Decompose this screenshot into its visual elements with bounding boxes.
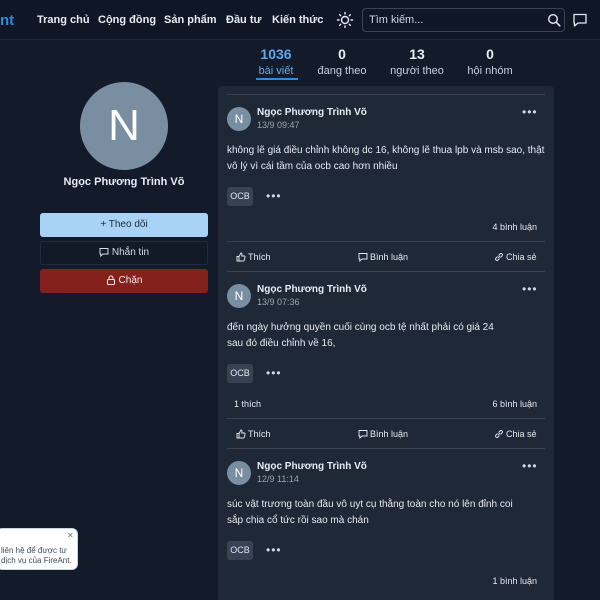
block-button[interactable]: Chặn xyxy=(40,269,208,293)
like-button[interactable]: Thích xyxy=(236,429,271,439)
nav-item-knowledge[interactable]: Kiến thức xyxy=(272,14,323,26)
close-icon[interactable]: ✕ xyxy=(67,531,74,540)
comment-count[interactable]: 6 bình luận xyxy=(492,399,537,409)
thumbs-up-icon xyxy=(236,252,246,262)
divider xyxy=(227,241,545,242)
post-time: 13/9 09:47 xyxy=(257,120,300,130)
stock-tag[interactable]: OCB xyxy=(227,364,253,383)
stat-following[interactable]: 0 đang theo xyxy=(302,46,382,77)
top-navbar: nt Trang chủ Cộng đồng Sản phẩm Đầu tư K… xyxy=(0,0,600,40)
divider xyxy=(227,94,545,95)
search-input[interactable]: Tìm kiếm... xyxy=(362,8,565,32)
stat-followers[interactable]: 13 người theo xyxy=(377,46,457,77)
follow-button-label: + Theo dõi xyxy=(100,219,148,230)
post-avatar[interactable]: N xyxy=(227,461,251,485)
stock-tag[interactable]: OCB xyxy=(227,187,253,206)
divider xyxy=(227,271,545,272)
profile-name: Ngọc Phương Trình Võ xyxy=(63,176,185,188)
tag-more-button[interactable]: ••• xyxy=(266,189,282,203)
nav-item-products[interactable]: Sản phẩm xyxy=(164,14,217,26)
link-icon xyxy=(495,430,503,438)
like-button[interactable]: Thích xyxy=(236,252,271,262)
divider xyxy=(227,448,545,449)
post-text-line: sau đó điều chỉnh về 16, xyxy=(227,338,336,349)
stat-following-label: đang theo xyxy=(317,65,367,77)
comment-button[interactable]: Bình luận xyxy=(358,429,409,440)
block-button-label: Chặn xyxy=(118,275,143,286)
chat-icon[interactable] xyxy=(572,12,588,28)
logo[interactable]: nt xyxy=(0,12,14,29)
share-button[interactable]: Chia sẻ xyxy=(494,252,537,262)
like-label: Thích xyxy=(248,429,271,439)
contact-toast: ✕ liên hệ để được tư dịch vụ của FireAnt… xyxy=(0,528,78,570)
follow-button[interactable]: + Theo dõi xyxy=(40,213,208,237)
stat-followers-label: người theo xyxy=(390,65,444,77)
comment-count[interactable]: 4 bình luận xyxy=(492,222,537,232)
comment-icon xyxy=(358,430,368,440)
like-label: Thích xyxy=(248,252,271,262)
nav-item-home[interactable]: Trang chủ xyxy=(37,14,90,26)
stock-tag[interactable]: OCB xyxy=(227,541,253,560)
post-author[interactable]: Ngọc Phương Trình Võ xyxy=(257,284,367,295)
comment-label: Bình luận xyxy=(370,252,409,262)
post-more-button[interactable]: ••• xyxy=(522,282,538,296)
post-time: 13/9 07:36 xyxy=(257,297,300,307)
tag-more-button[interactable]: ••• xyxy=(266,543,282,557)
share-label: Chia sẻ xyxy=(506,429,537,439)
post-text-line: sắp chia cổ tức rồi sao mà chán xyxy=(227,515,369,526)
nav-item-community[interactable]: Cộng đồng xyxy=(98,14,156,26)
active-tab-underline xyxy=(256,78,298,80)
stat-groups-label: hội nhóm xyxy=(467,65,513,77)
comment-button[interactable]: Bình luận xyxy=(358,252,409,263)
post-text-line: súc vật trương toàn đầu vô uyt cụ thằng … xyxy=(227,499,513,510)
message-button-label: Nhắn tin xyxy=(111,247,150,258)
post-time: 12/9 11:14 xyxy=(257,474,299,484)
comment-label: Bình luận xyxy=(370,429,409,439)
sun-icon[interactable] xyxy=(336,11,354,29)
stat-groups-value: 0 xyxy=(486,46,494,62)
profile-avatar: N xyxy=(80,82,168,170)
message-button[interactable]: Nhắn tin xyxy=(40,241,208,265)
tag-more-button[interactable]: ••• xyxy=(266,366,282,380)
comment-count[interactable]: 1 bình luận xyxy=(492,576,537,586)
message-icon xyxy=(99,248,109,258)
stat-following-value: 0 xyxy=(338,46,346,62)
post-text-line: vô lý vì cái tầm của ocb cao hơn nhiều xyxy=(227,161,398,172)
divider xyxy=(227,418,545,419)
link-icon xyxy=(495,253,503,261)
post-avatar[interactable]: N xyxy=(227,284,251,308)
share-button[interactable]: Chia sẻ xyxy=(494,429,537,439)
post-avatar[interactable]: N xyxy=(227,107,251,131)
lock-icon xyxy=(106,275,115,285)
post-author[interactable]: Ngọc Phương Trình Võ xyxy=(257,107,367,118)
like-count[interactable]: 1 thích xyxy=(234,399,261,409)
toast-text-line: liên hệ để được tư xyxy=(1,546,67,555)
toast-text-line: dịch vụ của FireAnt. xyxy=(1,556,72,565)
thumbs-up-icon xyxy=(236,429,246,439)
post-text-line: không lẽ giá điều chỉnh không dc 16, khô… xyxy=(227,145,545,156)
stat-followers-value: 13 xyxy=(409,46,425,62)
post-text-line: đến ngày hưởng quyền cuối cùng ocb tệ nh… xyxy=(227,322,494,333)
post-feed: N Ngọc Phương Trình Võ 13/9 09:47 ••• kh… xyxy=(218,86,554,600)
share-label: Chia sẻ xyxy=(506,252,537,262)
nav-item-invest[interactable]: Đầu tư xyxy=(226,14,261,26)
search-icon[interactable] xyxy=(547,13,561,27)
post-more-button[interactable]: ••• xyxy=(522,459,538,473)
stat-groups[interactable]: 0 hội nhóm xyxy=(450,46,530,77)
comment-icon xyxy=(358,253,368,263)
post-more-button[interactable]: ••• xyxy=(522,105,538,119)
post-author[interactable]: Ngọc Phương Trình Võ xyxy=(257,461,367,472)
